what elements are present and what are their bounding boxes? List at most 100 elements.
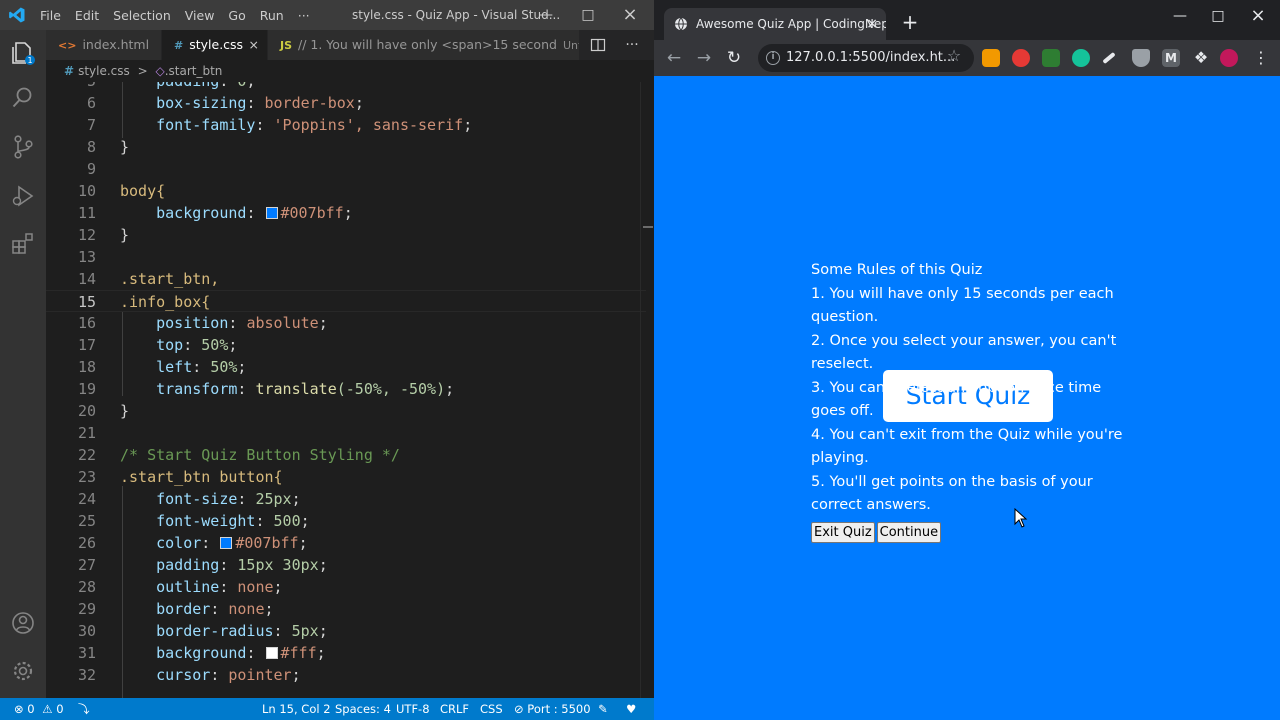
- css-value: (-50%, -50%): [336, 380, 446, 398]
- css-value: 5px: [291, 622, 319, 640]
- menu-go[interactable]: Go: [228, 8, 245, 23]
- bookmark-star-icon[interactable]: ☆: [944, 46, 964, 66]
- close-icon[interactable]: ×: [610, 0, 650, 30]
- forward-arrow-icon[interactable]: →: [692, 46, 716, 70]
- menu-view[interactable]: View: [185, 8, 215, 23]
- port-icon: ⊘: [514, 702, 524, 716]
- close-icon[interactable]: ×: [1238, 4, 1278, 28]
- code-comment: /* Start Quiz Button Styling */: [120, 446, 400, 464]
- code-line: 10 body{: [46, 180, 646, 202]
- language-mode[interactable]: CSS: [480, 698, 503, 720]
- grammarly-icon[interactable]: [1072, 49, 1090, 67]
- extension-guard-icon[interactable]: [1132, 49, 1150, 67]
- back-arrow-icon[interactable]: ←: [662, 46, 686, 70]
- settings-gear-icon[interactable]: [10, 658, 36, 684]
- line-ending[interactable]: CRLF: [440, 698, 469, 720]
- code-line: 25 font-weight: 500;: [46, 510, 646, 532]
- extensions-puzzle-icon[interactable]: ❖: [1192, 49, 1210, 67]
- css-value: #007bff: [235, 534, 299, 552]
- scrollbar-thumb[interactable]: [643, 226, 653, 228]
- code-line: 14 .start_btn,: [46, 268, 646, 290]
- code-line: 22 /* Start Quiz Button Styling */: [46, 444, 646, 466]
- indentation[interactable]: Spaces: 4: [335, 698, 391, 720]
- menu-run[interactable]: Run: [260, 8, 284, 23]
- tab-label: // 1. You will have only <span>15 second: [298, 37, 557, 52]
- cursor-position[interactable]: Ln 15, Col 2: [262, 698, 331, 720]
- address-bar[interactable]: i 127.0.0.1:5500/index.ht...: [758, 44, 974, 72]
- code-line: 18 left: 50%;: [46, 356, 646, 378]
- line-number: 20: [77, 402, 96, 420]
- rules-title: Some Rules of this Quiz: [811, 262, 983, 278]
- editor-scrollbar[interactable]: [640, 82, 654, 698]
- search-icon[interactable]: [10, 85, 36, 111]
- menu-selection[interactable]: Selection: [113, 8, 171, 23]
- color-swatch[interactable]: [265, 207, 278, 219]
- extensions-icon[interactable]: [10, 231, 36, 257]
- globe-icon: [675, 17, 687, 31]
- code-line: 12}: [46, 224, 646, 246]
- extension-pen-icon[interactable]: [1102, 51, 1116, 65]
- maximize-icon[interactable]: □: [1198, 4, 1238, 28]
- exit-quiz-button[interactable]: Exit Quiz: [811, 521, 875, 543]
- extension-m-icon[interactable]: M: [1162, 49, 1180, 67]
- minimize-icon[interactable]: —: [1160, 4, 1200, 28]
- more-actions-icon[interactable]: ···: [620, 30, 644, 60]
- split-editor-icon[interactable]: [590, 37, 606, 53]
- account-icon[interactable]: [10, 610, 36, 636]
- color-swatch[interactable]: [265, 647, 278, 659]
- rule-item: 1. You will have only 15 seconds per eac…: [811, 285, 1114, 326]
- live-server-port[interactable]: ⊘ Port : 5500: [514, 698, 591, 720]
- code-line: 26 color: #007bff;: [46, 532, 646, 554]
- css-property: left: [156, 358, 193, 376]
- tab-index-html[interactable]: <> index.html: [46, 30, 162, 60]
- line-number: 30: [77, 622, 96, 640]
- live-share-icon[interactable]: ⤵: [78, 698, 90, 720]
- run-debug-icon[interactable]: [10, 183, 36, 209]
- problems-indicator[interactable]: ⊗ 0 ⚠ 0: [14, 698, 64, 720]
- encoding[interactable]: UTF-8: [396, 698, 430, 720]
- extension-red-icon[interactable]: [1012, 49, 1030, 67]
- code-editor[interactable]: 5 padding: 0; 6 box-sizing: border-box; …: [46, 82, 654, 698]
- tab-close-icon[interactable]: ×: [866, 8, 878, 40]
- new-tab-icon[interactable]: +: [898, 8, 922, 36]
- css-property: cursor: [156, 666, 211, 684]
- line-number: 12: [77, 226, 96, 244]
- activity-bar: 1: [0, 30, 46, 698]
- line-number: 27: [77, 556, 96, 574]
- code-line-current: 15 .info_box{: [46, 290, 646, 312]
- menu-edit[interactable]: Edit: [75, 8, 99, 23]
- line-number: 11: [77, 204, 96, 222]
- info-icon[interactable]: i: [766, 51, 780, 65]
- extension-shield-icon[interactable]: [1042, 49, 1060, 67]
- tab-untitled-1[interactable]: JS // 1. You will have only <span>15 seco…: [268, 30, 580, 60]
- profile-avatar[interactable]: [1220, 49, 1238, 67]
- breadcrumb: # style.css > ◇.start_btn: [46, 60, 654, 82]
- extension-key-icon[interactable]: [982, 49, 1000, 67]
- minimize-icon[interactable]: —: [526, 0, 566, 30]
- code-line: 16 position: absolute;: [46, 312, 646, 334]
- css-property: padding: [156, 556, 220, 574]
- css-property: background: [156, 644, 247, 662]
- menu-more[interactable]: ···: [298, 8, 310, 23]
- browser-tab[interactable]: Awesome Quiz App | CodingNep ×: [664, 8, 886, 40]
- tab-style-css[interactable]: # style.css ×: [162, 30, 268, 60]
- maximize-icon[interactable]: □: [568, 0, 608, 30]
- code-text: }: [120, 138, 130, 156]
- reload-icon[interactable]: ↻: [722, 46, 746, 70]
- css-property: font-family: [156, 116, 256, 134]
- tab-close-icon[interactable]: ×: [249, 30, 259, 60]
- breadcrumb-file[interactable]: style.css: [78, 64, 130, 78]
- menu-file[interactable]: File: [40, 8, 61, 23]
- explorer-icon[interactable]: 1: [10, 40, 36, 66]
- code-line: 30 border-radius: 5px;: [46, 620, 646, 642]
- breadcrumb-symbol[interactable]: .start_btn: [165, 64, 223, 78]
- continue-button[interactable]: Continue: [876, 521, 942, 543]
- feedback-icon[interactable]: ✎: [598, 698, 608, 720]
- notifications-bell-icon[interactable]: ♥: [626, 698, 636, 720]
- line-number: 17: [77, 336, 96, 354]
- css-property: outline: [156, 578, 220, 596]
- code-text: .info_box{: [120, 293, 211, 311]
- browser-menu-icon[interactable]: ⋮: [1252, 49, 1270, 67]
- color-swatch[interactable]: [220, 537, 233, 549]
- source-control-icon[interactable]: [10, 134, 36, 160]
